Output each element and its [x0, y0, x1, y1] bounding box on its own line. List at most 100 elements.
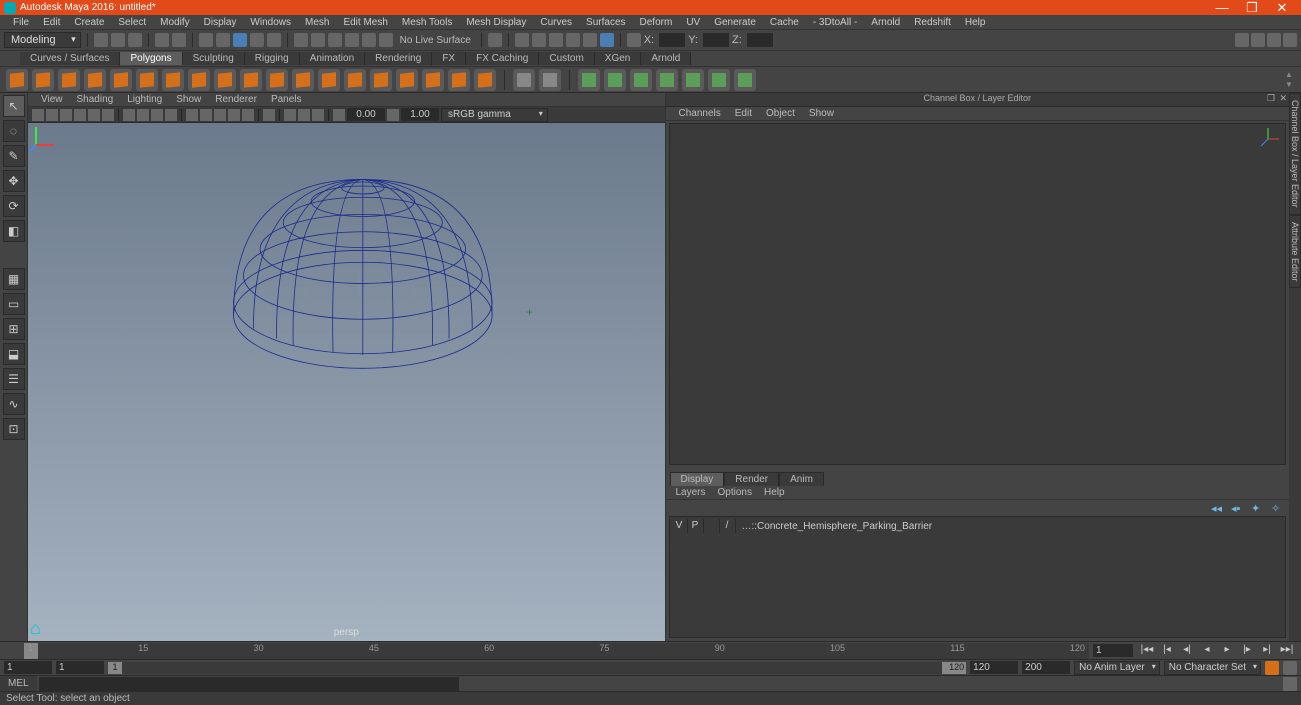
layout-two-icon[interactable]: ⬓ — [3, 343, 25, 365]
misc-tool-icon[interactable]: ⊡ — [3, 418, 25, 440]
layer-tab-render[interactable]: Render — [724, 472, 779, 486]
range-track[interactable]: 1 120 — [108, 662, 966, 674]
layout-four-icon[interactable]: ⊞ — [3, 318, 25, 340]
step-back-icon[interactable]: ◂| — [1179, 644, 1195, 658]
workspace-selector[interactable]: Modeling — [4, 32, 81, 48]
menu-cache[interactable]: Cache — [763, 17, 806, 28]
fast-fwd-icon[interactable]: ▸▸| — [1279, 644, 1295, 658]
layer-new-selected-icon[interactable]: ✧ — [1271, 502, 1283, 514]
poly-helix-icon[interactable] — [292, 69, 314, 91]
snap-live-icon[interactable] — [362, 33, 376, 47]
film-gate-icon[interactable] — [137, 109, 149, 121]
y-field[interactable] — [703, 33, 729, 47]
auto-key-icon[interactable] — [1265, 661, 1279, 675]
panel-renderer[interactable]: Renderer — [208, 94, 264, 105]
shelf-tab-rendering[interactable]: Rendering — [365, 52, 432, 65]
undo-icon[interactable] — [155, 33, 169, 47]
menu-arnold[interactable]: Arnold — [864, 17, 907, 28]
shelf-tab-sculpting[interactable]: Sculpting — [183, 52, 245, 65]
layer-move-up-icon[interactable]: ◂◂ — [1211, 502, 1223, 514]
shaded-icon[interactable] — [200, 109, 212, 121]
scale-tool-icon[interactable]: ◧ — [3, 220, 25, 242]
panel-view[interactable]: View — [34, 94, 70, 105]
menu-curves[interactable]: Curves — [533, 17, 579, 28]
new-scene-icon[interactable] — [94, 33, 108, 47]
poly-cone-icon[interactable] — [84, 69, 106, 91]
ipr-render-icon[interactable] — [532, 33, 546, 47]
poly-superellipse-icon[interactable] — [422, 69, 444, 91]
home-icon[interactable]: ⌂ — [30, 618, 41, 639]
side-tab-attribute-editor[interactable]: Attribute Editor — [1289, 215, 1301, 289]
extrude-icon[interactable] — [578, 69, 600, 91]
save-scene-icon[interactable] — [128, 33, 142, 47]
mirror-icon[interactable] — [734, 69, 756, 91]
gamma-field[interactable] — [401, 108, 439, 121]
layer-menu-help[interactable]: Help — [758, 487, 791, 498]
poly-disc-icon[interactable] — [162, 69, 184, 91]
separate-icon[interactable] — [539, 69, 561, 91]
menu-file[interactable]: File — [6, 17, 36, 28]
menu-select[interactable]: Select — [111, 17, 153, 28]
render-view-icon[interactable] — [583, 33, 597, 47]
exposure-icon[interactable] — [333, 109, 345, 121]
select-tool-icon[interactable]: ↖ — [3, 95, 25, 117]
cb-channels[interactable]: Channels — [672, 108, 728, 119]
bookmark-icon[interactable] — [60, 109, 72, 121]
panel-show[interactable]: Show — [169, 94, 208, 105]
sidebar-toggle-2-icon[interactable] — [1251, 33, 1265, 47]
shelf-tab-arnold[interactable]: Arnold — [641, 52, 691, 65]
last-tool-icon[interactable]: ▦ — [3, 268, 25, 290]
insert-edge-icon[interactable] — [708, 69, 730, 91]
shelf-tab-animation[interactable]: Animation — [300, 52, 365, 65]
menu-mesh-tools[interactable]: Mesh Tools — [395, 17, 459, 28]
poly-soccer-icon[interactable] — [344, 69, 366, 91]
sidebar-toggle-1-icon[interactable] — [1235, 33, 1249, 47]
res-gate-icon[interactable] — [151, 109, 163, 121]
layer-menu-options[interactable]: Options — [712, 487, 758, 498]
snap-grid-icon[interactable] — [294, 33, 308, 47]
menu-windows[interactable]: Windows — [243, 17, 298, 28]
select-vert-icon[interactable] — [199, 33, 213, 47]
poly-pyramid-icon[interactable] — [214, 69, 236, 91]
render-current-icon[interactable] — [515, 33, 529, 47]
rewind-icon[interactable]: |◂◂ — [1139, 644, 1155, 658]
layer-name[interactable]: …::Concrete_Hemisphere_Parking_Barrier — [736, 521, 1284, 532]
poly-svg-icon[interactable] — [396, 69, 418, 91]
layer-tab-display[interactable]: Display — [670, 472, 725, 486]
poly-sphere-icon[interactable] — [6, 69, 28, 91]
grid-toggle-icon[interactable] — [123, 109, 135, 121]
bevel-icon[interactable] — [630, 69, 652, 91]
history-icon[interactable] — [488, 33, 502, 47]
poly-torus-icon[interactable] — [110, 69, 132, 91]
xray-icon[interactable] — [284, 109, 296, 121]
layer-new-empty-icon[interactable]: ✦ — [1251, 502, 1263, 514]
timeline-track[interactable]: 1 15 30 45 60 75 90 105 115 120 — [24, 643, 1089, 659]
exposure-field[interactable] — [347, 108, 385, 121]
textured-icon[interactable] — [214, 109, 226, 121]
channel-box-body[interactable] — [669, 123, 1287, 465]
menu-3dtoall[interactable]: - 3DtoAll - — [806, 17, 864, 28]
panel-panels[interactable]: Panels — [264, 94, 309, 105]
shelf-scroll[interactable]: ▲▼ — [1283, 70, 1295, 89]
layer-tab-anim[interactable]: Anim — [779, 472, 824, 486]
z-field[interactable] — [747, 33, 773, 47]
side-tab-channel-box[interactable]: Channel Box / Layer Editor — [1289, 93, 1301, 215]
char-set-selector[interactable]: No Character Set — [1164, 661, 1261, 675]
shelf-tab-fx[interactable]: FX — [432, 52, 466, 65]
select-uv-icon[interactable] — [267, 33, 281, 47]
paint-select-tool-icon[interactable]: ✎ — [3, 145, 25, 167]
menu-mesh-display[interactable]: Mesh Display — [459, 17, 533, 28]
graph-editor-icon[interactable]: ∿ — [3, 393, 25, 415]
range-start-inner[interactable] — [56, 661, 104, 674]
wireframe-icon[interactable] — [186, 109, 198, 121]
layer-row[interactable]: V P / …::Concrete_Hemisphere_Parking_Bar… — [672, 519, 1284, 533]
close-button[interactable]: ✕ — [1267, 0, 1297, 16]
select-face-icon[interactable] — [233, 33, 247, 47]
pop-out-icon[interactable]: ❐ — [1267, 93, 1275, 104]
select-cam-icon[interactable] — [32, 109, 44, 121]
target-weld-icon[interactable] — [682, 69, 704, 91]
grease-pencil-icon[interactable] — [102, 109, 114, 121]
shelf-tab-custom[interactable]: Custom — [539, 52, 594, 65]
poly-type-icon[interactable] — [370, 69, 392, 91]
rotate-tool-icon[interactable]: ⟳ — [3, 195, 25, 217]
